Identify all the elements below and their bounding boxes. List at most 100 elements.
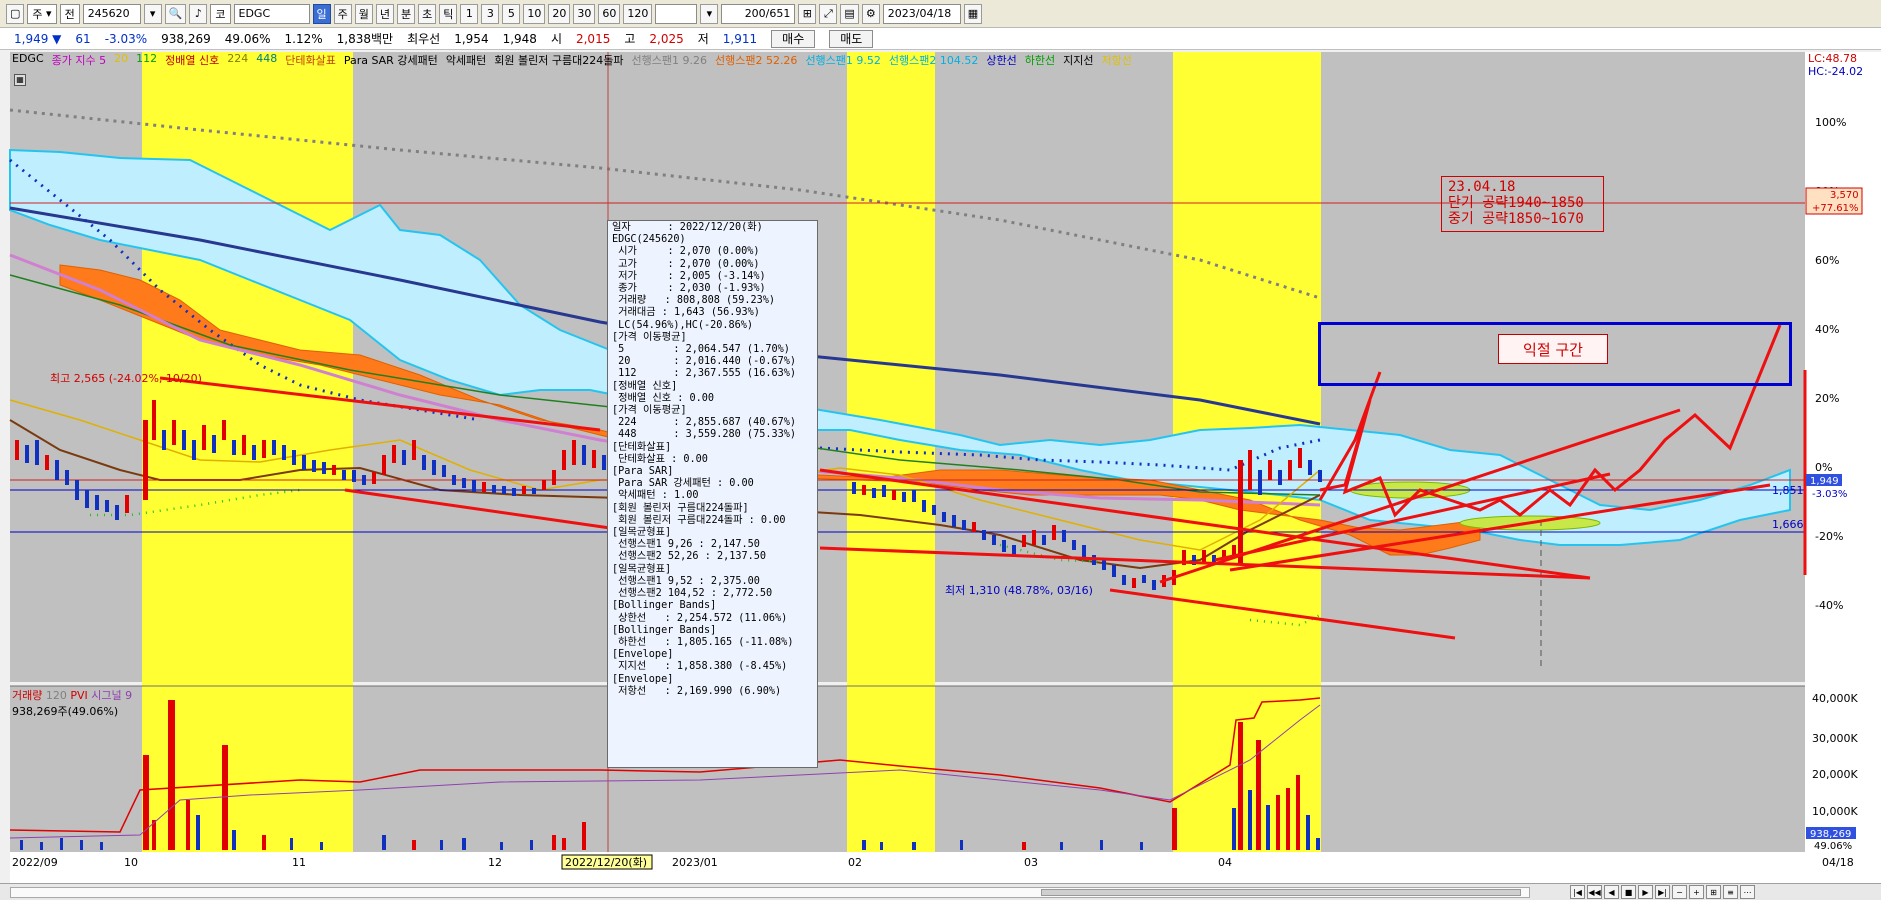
interval-input[interactable] <box>655 3 698 24</box>
zoom-out-icon[interactable]: − <box>1672 885 1687 899</box>
list-icon[interactable]: ≡ <box>1723 885 1738 899</box>
legend-item[interactable]: 단테화살표 <box>285 52 336 68</box>
gear-icon[interactable]: ⚙ <box>861 3 880 24</box>
legend-item[interactable]: 선행스팬1 9.26 <box>632 52 707 68</box>
interval-30[interactable]: 30 <box>573 3 596 24</box>
tooltip-line: 하한선 : 1,805.165 (-11.08%) <box>612 636 794 648</box>
scrollbar-thumb[interactable] <box>1041 889 1521 896</box>
save-icon[interactable]: ▤ <box>840 3 859 24</box>
legend-item[interactable]: 정배열 신호 <box>165 52 219 68</box>
tooltip-line: 지지선 : 1,858.380 (-8.45%) <box>612 661 788 673</box>
legend-item[interactable]: 회원 볼린저 구름대224돌파 <box>494 52 623 68</box>
level-1666: 1,666 <box>1772 518 1804 531</box>
stock-name-field[interactable]: EDGC <box>233 3 310 24</box>
tooltip-line: [회원 볼린저 구름대224돌파] <box>612 502 749 514</box>
note-line: 중기 공략1850~1670 <box>1448 211 1584 227</box>
highlight-band-2 <box>847 52 935 852</box>
interval-5[interactable]: 5 <box>502 3 521 24</box>
interval-60[interactable]: 60 <box>598 3 621 24</box>
legend-item[interactable]: 악세패턴 <box>446 52 486 68</box>
legend-item[interactable]: 지지선 <box>1063 52 1093 68</box>
x-tick-12: 12 <box>488 856 502 869</box>
interval-1[interactable]: 1 <box>460 3 479 24</box>
tooltip-line: [정배열 신호] <box>612 380 678 392</box>
rewind-icon[interactable]: ◀◀ <box>1587 885 1602 899</box>
legend-item[interactable]: 하한선 <box>1025 52 1055 68</box>
legend-item[interactable]: 20 <box>114 52 128 68</box>
crosshair-tooltip: 일자 : 2022/12/20(화) EDGC(245620) 시가 : 2,07… <box>607 220 818 768</box>
zoom-in-icon[interactable]: + <box>1689 885 1704 899</box>
note-line: 단기 공략1940~1850 <box>1448 195 1584 211</box>
y-tick-0: 0% <box>1815 461 1832 474</box>
grid-icon[interactable]: ⊞ <box>798 3 817 24</box>
tooltip-line: 선행스팬2 52,26 : 2,137.50 <box>612 551 767 563</box>
legend-item[interactable]: 저항선 <box>1102 52 1132 68</box>
tooltip-line: 시가 : 2,070 (0.00%) <box>612 246 760 258</box>
tooltip-line: 고가 : 2,070 (0.00%) <box>612 258 760 270</box>
tooltip-line: 일자 : 2022/12/20(화) <box>612 222 763 233</box>
interval-10[interactable]: 10 <box>523 3 546 24</box>
first-icon[interactable]: |◀ <box>1570 885 1585 899</box>
high-annotation: 최고 2,565 (-24.02%, 10/20) <box>50 372 202 385</box>
more-icon[interactable]: ⋯ <box>1740 885 1755 899</box>
interval-dropdown-icon[interactable]: ▾ <box>700 3 719 24</box>
mode-select[interactable]: 전 <box>59 3 80 24</box>
tab-year[interactable]: 년 <box>375 3 395 24</box>
vol-legend-title: 거래량 <box>12 689 43 702</box>
prev-icon[interactable]: ◀ <box>1604 885 1619 899</box>
legend-item[interactable]: 선행스팬2 104.52 <box>889 52 978 68</box>
calendar-icon[interactable]: ▦ <box>963 3 983 24</box>
legend-item[interactable]: 종가 지수 5 <box>52 52 106 68</box>
interval-120[interactable]: 120 <box>623 3 653 24</box>
sound-icon[interactable]: ♪ <box>189 3 208 24</box>
legend-item[interactable]: 448 <box>256 52 277 68</box>
horizontal-scrollbar[interactable] <box>10 887 1530 898</box>
low-value: 1,911 <box>722 31 758 46</box>
legend-item[interactable]: 상한선 <box>986 52 1016 68</box>
mark-price: 3,570 <box>1830 190 1859 201</box>
open-value: 2,015 <box>575 31 611 46</box>
quote-bar: 1,949 ▼ 61 -3.03% 938,269 49.06% 1.12% 1… <box>0 28 1881 50</box>
date-field[interactable]: 2023/04/18 <box>882 3 961 24</box>
x-tick-02: 02 <box>848 856 862 869</box>
tab-second[interactable]: 초 <box>418 3 437 24</box>
chart-menu-icon[interactable]: ▦ <box>14 74 26 86</box>
grid-toggle-icon[interactable]: ⊞ <box>1706 885 1721 899</box>
tooltip-line: [가격 이동평균] <box>612 331 687 343</box>
vol-legend-period: 120 <box>45 689 67 702</box>
last-icon[interactable]: ▶| <box>1655 885 1670 899</box>
legend-item[interactable]: EDGC <box>12 52 44 68</box>
legend-item[interactable]: 224 <box>227 52 248 68</box>
tab-day[interactable]: 일 <box>312 3 331 24</box>
tab-month[interactable]: 월 <box>354 3 373 24</box>
window-icon[interactable]: ▢ <box>6 3 25 24</box>
vol-tick-10000: 10,000K <box>1812 805 1858 818</box>
legend-item[interactable]: 112 <box>136 52 157 68</box>
tooltip-line: 20 : 2,016.440 (-0.67%) <box>612 356 797 368</box>
stop-icon[interactable]: ■ <box>1621 885 1636 899</box>
sell-button[interactable]: 매도 <box>829 29 874 48</box>
tooltip-line: 종가 : 2,030 (-1.93%) <box>612 283 766 295</box>
best-ask: 1,954 <box>454 31 489 46</box>
period-select[interactable]: 주 ▾ <box>27 3 57 24</box>
tab-tick[interactable]: 틱 <box>439 3 458 24</box>
tab-week[interactable]: 주 <box>333 3 352 24</box>
code-dropdown-icon[interactable]: ▾ <box>143 3 162 24</box>
buy-button[interactable]: 매수 <box>771 29 816 48</box>
search-icon[interactable]: 🔍 <box>164 3 187 24</box>
legend-item[interactable]: 선행스팬1 9.52 <box>805 52 880 68</box>
interval-3[interactable]: 3 <box>481 3 500 24</box>
x-tick-04: 04 <box>1218 856 1232 869</box>
legend-item[interactable]: Para SAR 강세패턴 <box>344 52 438 68</box>
strategy-note: 23.04.18 단기 공략1940~1850 중기 공략1850~1670 <box>1441 176 1604 232</box>
current-pct-tag: -3.03% <box>1812 489 1847 500</box>
tab-minute[interactable]: 분 <box>397 3 416 24</box>
count-field[interactable]: 200/651 <box>721 3 796 24</box>
play-icon[interactable]: ▶ <box>1638 885 1653 899</box>
code-input[interactable]: 245620 <box>82 3 141 24</box>
vol-tick-30000: 30,000K <box>1812 732 1858 745</box>
legend-item[interactable]: 선행스팬2 52.26 <box>715 52 797 68</box>
interval-20[interactable]: 20 <box>548 3 571 24</box>
x-tick-11: 11 <box>292 856 306 869</box>
chart-tool-icon[interactable]: ⤢ <box>819 3 838 24</box>
